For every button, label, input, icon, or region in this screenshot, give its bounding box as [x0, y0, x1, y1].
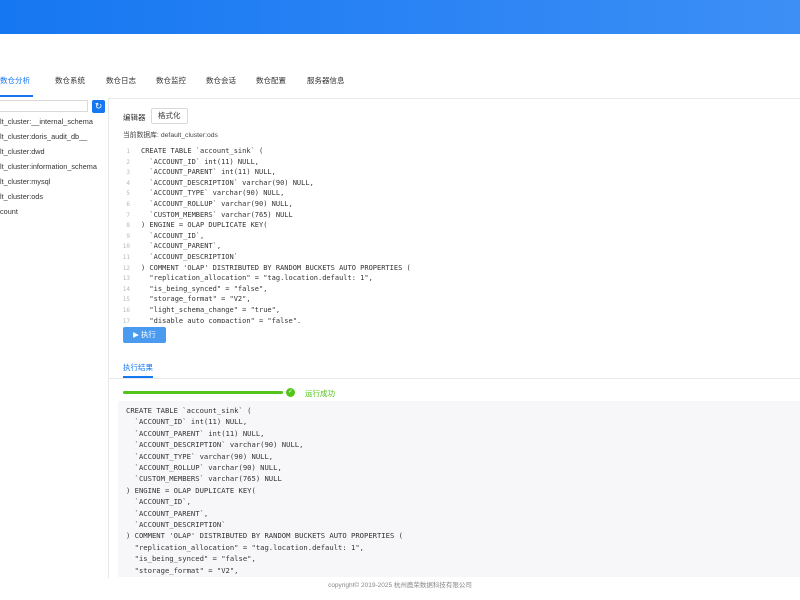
result-line: `ACCOUNT_ROLLUP` varchar(90) NULL, [126, 463, 282, 472]
play-icon: ▶ [133, 330, 139, 339]
progress-bar [123, 391, 283, 394]
result-line: `ACCOUNT_DESCRIPTION` varchar(90) NULL, [126, 440, 304, 450]
line-number: 16 [122, 307, 130, 314]
result-line: CREATE TABLE `account_sink` ( [126, 406, 252, 415]
code-line: `ACCOUNT_DESCRIPTION` varchar(90) NULL, [141, 178, 314, 187]
tree-item-ods[interactable]: lt_cluster:ods [0, 192, 43, 201]
check-circle-icon: ✓ [286, 388, 295, 397]
refresh-icon: ↻ [94, 101, 103, 111]
line-number: 8 [126, 222, 130, 230]
tab-warehouse-session[interactable]: 数仓会话 [206, 75, 236, 86]
line-number: 6 [126, 201, 130, 208]
sidebar-search-input[interactable] [0, 100, 88, 112]
line-number: 2 [126, 158, 130, 166]
result-line: `ACCOUNT_DESCRIPTION` [126, 520, 226, 529]
run-button[interactable]: ▶ 执行 [123, 327, 166, 343]
sub-header-bar [0, 34, 800, 65]
progress-fill [123, 391, 283, 394]
run-button-label: 执行 [140, 330, 156, 339]
tree-item-internal-schema[interactable]: lt_cluster:__internal_schema [0, 117, 93, 126]
tab-warehouse-monitor[interactable]: 数仓监控 [156, 75, 186, 86]
database-sidebar: ↻ lt_cluster:__internal_schema lt_cluste… [0, 98, 109, 578]
status-text: 运行成功 [305, 389, 335, 398]
line-number: 10 [122, 243, 130, 251]
code-line: "light_schema_change" = "true", [141, 306, 281, 314]
footer-copyright: copyright© 2019-2025 杭州鹿荣数据科技有限公司 [328, 582, 472, 589]
code-line: `ACCOUNT_ID`, [141, 231, 205, 240]
tab-warehouse-config[interactable]: 数仓配置 [256, 75, 286, 86]
tree-item-doris-audit-db[interactable]: lt_cluster:doris_audit_db__ [0, 132, 87, 141]
refresh-button[interactable]: ↻ [92, 100, 105, 113]
tab-execution-result[interactable]: 执行结果 [123, 362, 153, 373]
tab-warehouse-system[interactable]: 数仓系统 [55, 75, 85, 86]
code-line: ) COMMENT 'OLAP' DISTRIBUTED BY RANDOM B… [141, 263, 411, 272]
code-line: ) ENGINE = OLAP DUPLICATE KEY( [141, 221, 268, 230]
line-number: 7 [126, 211, 130, 219]
result-line: "replication_allocation" = "tag.location… [126, 542, 364, 552]
result-line: "storage_format" = "V2", [126, 565, 239, 575]
sql-editor[interactable]: 1 CREATE TABLE `account_sink` ( 2 `ACCOUNT… [108, 98, 800, 323]
code-line: `CUSTOM_MEMBERS` varchar(765) NULL [141, 210, 293, 219]
code-line: "replication_allocation" = "tag.location… [141, 274, 373, 283]
code-line: `ACCOUNT_ROLLUP` varchar(90) NULL, [141, 200, 293, 208]
code-line: "is_being_synced" = "false", [141, 284, 268, 293]
result-line: `ACCOUNT_PARENT`, [126, 508, 209, 518]
top-header-bar [0, 0, 800, 34]
result-line: `ACCOUNT_TYPE` varchar(90) NULL, [126, 451, 274, 461]
result-line: `ACCOUNT_ID`, [126, 497, 191, 507]
line-number: 5 [126, 190, 130, 198]
line-number: 17 [122, 317, 130, 323]
code-line: `ACCOUNT_DESCRIPTION` [141, 253, 238, 261]
result-line: `CUSTOM_MEMBERS` varchar(765) NULL [126, 474, 282, 484]
active-tab-indicator [0, 95, 33, 97]
result-tab-indicator [123, 376, 153, 378]
line-number: 4 [126, 179, 130, 187]
tab-server-info[interactable]: 服务器信息 [307, 75, 345, 86]
result-line: `ACCOUNT_ID` int(11) NULL, [126, 417, 248, 427]
line-number: 15 [122, 296, 130, 304]
code-line: `ACCOUNT_PARENT` int(11) NULL, [141, 168, 276, 177]
result-line: `ACCOUNT_PARENT` int(11) NULL, [126, 428, 265, 438]
main-panel: 编辑器 格式化 当前数据库: default_cluster:ods 1 CREAT… [108, 98, 800, 578]
tab-warehouse-log[interactable]: 数仓日志 [106, 75, 136, 86]
code-line: CREATE TABLE `account_sink` ( [141, 147, 264, 155]
line-number: 14 [122, 285, 130, 293]
result-line: ) ENGINE = OLAP DUPLICATE KEY( [126, 485, 256, 495]
code-line: `ACCOUNT_TYPE` varchar(90) NULL, [141, 189, 285, 198]
tree-item-mysql[interactable]: lt_cluster:mysql [0, 177, 50, 186]
main-tabs: 数仓分析 数仓系统 数仓日志 数仓监控 数仓会话 数仓配置 服务器信息 [0, 64, 800, 99]
line-number: 9 [126, 232, 130, 240]
result-tab-bar: 执行结果 [108, 360, 800, 379]
code-line: "storage_format" = "V2", [141, 295, 251, 304]
tree-item-count[interactable]: count [0, 207, 18, 216]
code-line: "disable_auto_compaction" = "false", [141, 316, 302, 323]
tree-item-information-schema[interactable]: lt_cluster:information_schema [0, 162, 97, 171]
line-number: 12 [122, 264, 130, 272]
result-output: CREATE TABLE `account_sink` ( `ACCOUNT_I… [118, 401, 800, 577]
result-line: "is_being_synced" = "false", [126, 554, 256, 564]
line-number: 13 [122, 275, 130, 283]
line-number: 1 [126, 148, 130, 155]
code-line: `ACCOUNT_ID` int(11) NULL, [141, 157, 260, 166]
line-number: 11 [122, 254, 130, 261]
code-line: `ACCOUNT_PARENT`, [141, 242, 222, 251]
result-line: ) COMMENT 'OLAP' DISTRIBUTED BY RANDOM B… [126, 531, 403, 541]
tab-warehouse-analysis[interactable]: 数仓分析 [0, 75, 30, 86]
line-number: 3 [126, 169, 130, 177]
tree-item-dwd[interactable]: lt_cluster:dwd [0, 147, 45, 156]
